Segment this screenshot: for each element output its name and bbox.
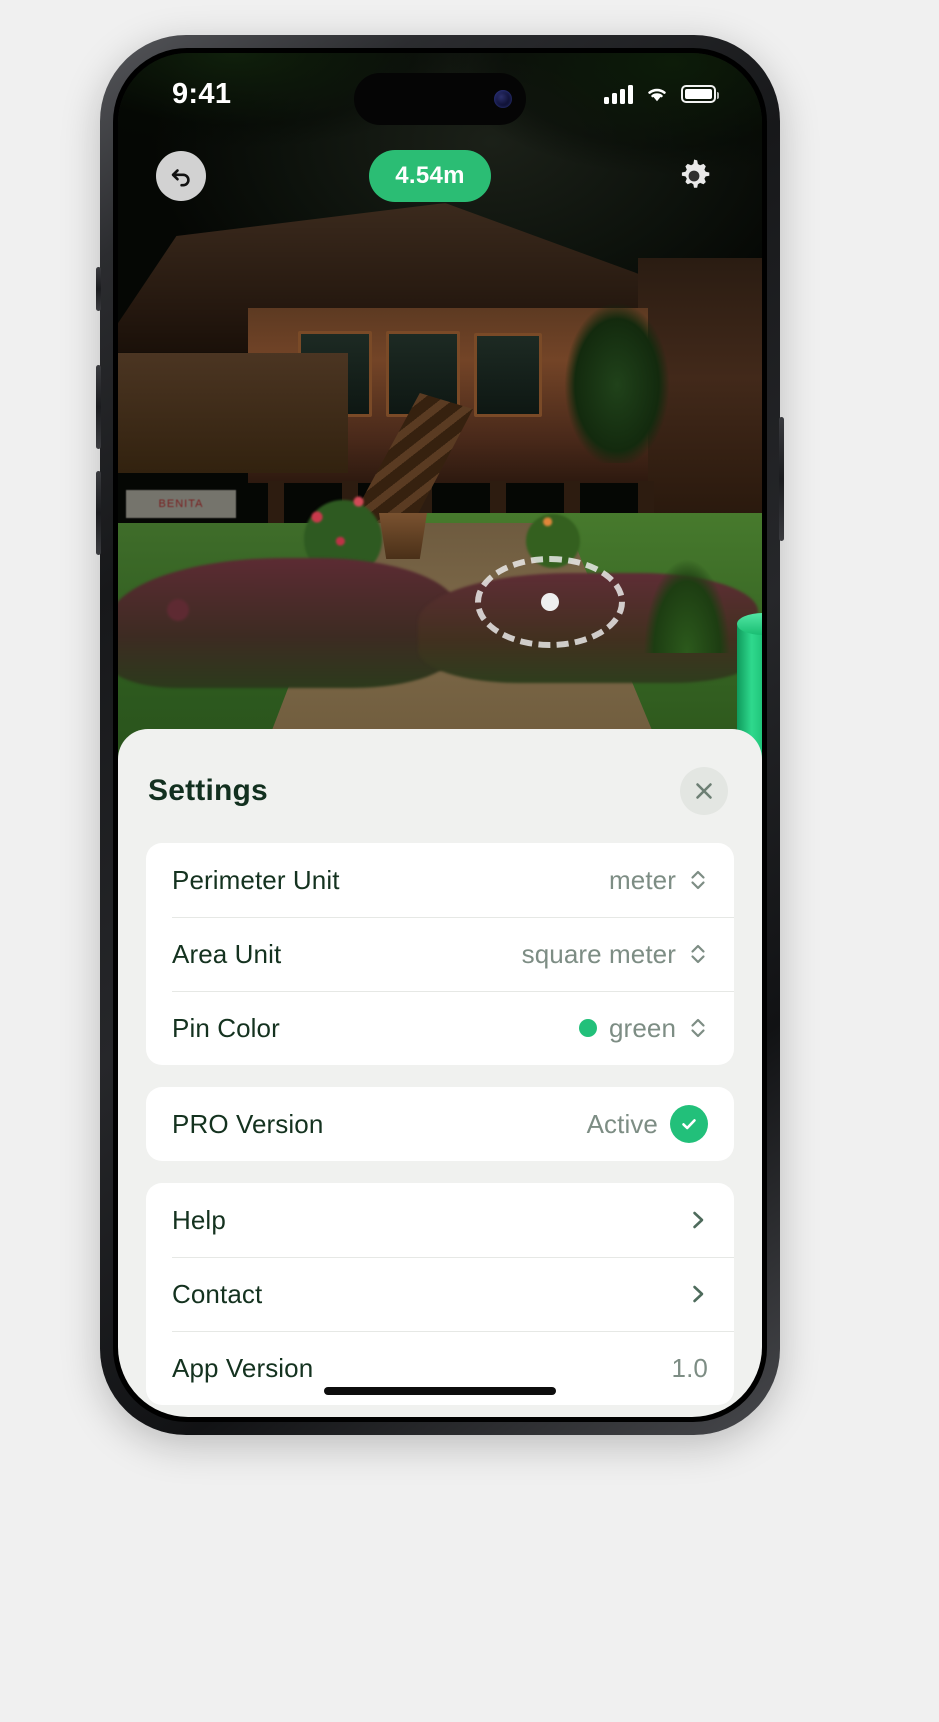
- phone-device-frame: BENITA 9:41 4.54m Settings Perimeter Uni…: [96, 35, 784, 1435]
- chevron-right-icon[interactable]: [688, 1279, 708, 1309]
- row-control: Active: [587, 1105, 708, 1143]
- row-label: App Version: [172, 1352, 314, 1383]
- check-circle-icon: [670, 1105, 708, 1143]
- ar-reticle-icon: [475, 556, 625, 648]
- row-label: Help: [172, 1204, 226, 1235]
- signal-bars-icon: [604, 84, 633, 104]
- row-control: meter: [609, 865, 708, 896]
- row-control: [688, 1279, 708, 1309]
- row-label: PRO Version: [172, 1108, 324, 1139]
- undo-button[interactable]: [156, 151, 206, 201]
- row-control: green: [579, 1013, 708, 1044]
- status-bar-time: 9:41: [172, 77, 232, 110]
- row-label: Contact: [172, 1278, 263, 1309]
- row-perimeter-unit[interactable]: Perimeter Unit meter: [146, 843, 734, 917]
- chevron-updown-icon[interactable]: [688, 866, 708, 894]
- scene-hedge-left: [118, 558, 458, 688]
- gear-icon: [681, 159, 710, 188]
- row-area-unit[interactable]: Area Unit square meter: [146, 917, 734, 991]
- scene-deck: [118, 353, 348, 473]
- scene-sign: BENITA: [126, 490, 236, 518]
- row-value: 1.0: [671, 1352, 708, 1383]
- silent-switch[interactable]: [96, 267, 101, 311]
- power-button[interactable]: [779, 417, 784, 541]
- battery-icon: [681, 85, 719, 103]
- row-label: Area Unit: [172, 938, 282, 969]
- chevron-updown-icon[interactable]: [688, 1014, 708, 1042]
- volume-up-button[interactable]: [96, 365, 101, 449]
- row-help[interactable]: Help: [146, 1183, 734, 1257]
- row-label: Pin Color: [172, 1012, 280, 1043]
- pin-color-swatch: [579, 1019, 597, 1037]
- settings-list: Perimeter Unit meter Area Unit square me…: [118, 815, 762, 1417]
- distance-badge: 4.54m: [369, 150, 491, 202]
- battery-level-fill: [685, 89, 712, 99]
- page-title: Settings: [148, 774, 268, 807]
- undo-icon: [171, 169, 190, 187]
- volume-down-button[interactable]: [96, 471, 101, 555]
- row-control: square meter: [522, 939, 708, 970]
- ar-toolbar: 4.54m: [118, 145, 762, 207]
- row-control: 1.0: [672, 1353, 708, 1384]
- phone-screen: BENITA 9:41 4.54m Settings Perimeter Uni…: [118, 53, 762, 1417]
- row-value: green: [609, 1012, 676, 1043]
- row-pin-color[interactable]: Pin Color green: [146, 991, 734, 1065]
- settings-gear-button[interactable]: [670, 152, 718, 200]
- page-root: BENITA 9:41 4.54m Settings Perimeter Uni…: [0, 0, 939, 1722]
- close-button[interactable]: [680, 767, 728, 815]
- row-value: meter: [609, 864, 676, 895]
- device-bezel: BENITA 9:41 4.54m Settings Perimeter Uni…: [113, 48, 767, 1422]
- status-bar-indicators: [604, 84, 719, 104]
- home-indicator[interactable]: [324, 1387, 556, 1395]
- sheet-header: Settings: [118, 745, 762, 815]
- ar-reticle-center-dot: [541, 593, 559, 611]
- wifi-icon: [648, 88, 666, 102]
- front-camera-lens: [494, 90, 512, 108]
- row-value: square meter: [521, 938, 676, 969]
- row-control: [688, 1205, 708, 1235]
- dynamic-island: [354, 73, 526, 125]
- status-badge: Active: [586, 1108, 658, 1139]
- settings-group-info: Help Contact App Version 1.0: [146, 1183, 734, 1405]
- close-icon: [696, 783, 712, 799]
- chevron-updown-icon[interactable]: [688, 940, 708, 968]
- chevron-right-icon[interactable]: [688, 1205, 708, 1235]
- row-label: Perimeter Unit: [172, 864, 340, 895]
- row-pro-version[interactable]: PRO Version Active: [146, 1087, 734, 1161]
- settings-group-units: Perimeter Unit meter Area Unit square me…: [146, 843, 734, 1065]
- row-contact[interactable]: Contact: [146, 1257, 734, 1331]
- settings-group-pro: PRO Version Active: [146, 1087, 734, 1161]
- scene-palm-tree: [532, 203, 702, 463]
- settings-bottom-sheet: Settings Perimeter Unit meter Area Unit …: [118, 729, 762, 1417]
